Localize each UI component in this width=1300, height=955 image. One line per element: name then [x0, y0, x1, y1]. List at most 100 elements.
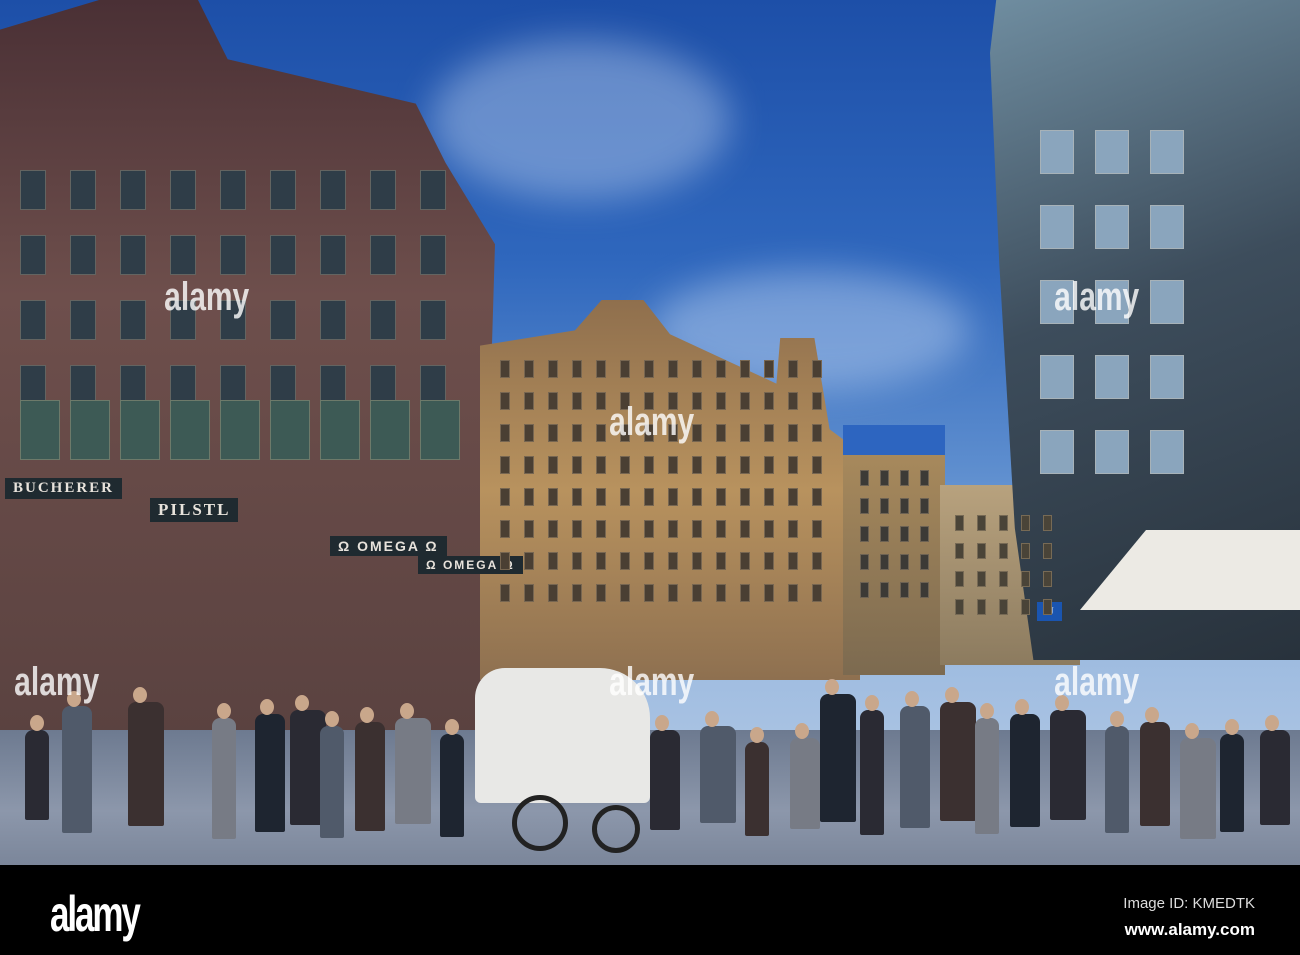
pedestrian — [1180, 738, 1216, 839]
window — [716, 584, 726, 602]
pedestrian — [395, 718, 431, 824]
window — [716, 552, 726, 570]
pedestrian — [128, 702, 164, 826]
building-blue-roof — [843, 425, 945, 675]
window — [524, 584, 534, 602]
window — [644, 360, 654, 378]
window — [900, 526, 909, 542]
window — [788, 392, 798, 410]
window — [955, 515, 964, 531]
window — [548, 456, 558, 474]
window — [170, 365, 196, 405]
window — [524, 552, 534, 570]
window — [548, 552, 558, 570]
window — [1043, 599, 1052, 615]
window — [977, 599, 986, 615]
window — [740, 392, 750, 410]
window — [1021, 571, 1030, 587]
pedestrian — [975, 718, 999, 834]
window — [620, 552, 630, 570]
window — [524, 360, 534, 378]
window — [644, 456, 654, 474]
window — [524, 520, 534, 538]
window — [370, 170, 396, 210]
window — [270, 235, 296, 275]
website-link[interactable]: www.alamy.com — [1125, 920, 1255, 940]
window — [620, 360, 630, 378]
window — [20, 365, 46, 405]
pedestrian — [745, 742, 769, 836]
window — [320, 365, 346, 405]
cloud — [430, 40, 730, 200]
pedestrian-head — [655, 715, 669, 731]
sign-omega: Ω OMEGA Ω — [330, 536, 447, 556]
window — [900, 498, 909, 514]
pedestrian — [440, 734, 464, 837]
pedestrian-head — [360, 707, 374, 723]
window — [764, 488, 774, 506]
window — [1150, 130, 1184, 174]
window — [420, 300, 446, 340]
window — [812, 392, 822, 410]
window — [572, 520, 582, 538]
pedestrian-head — [325, 711, 339, 727]
window — [70, 170, 96, 210]
pedestrian — [62, 706, 92, 833]
window — [920, 554, 929, 570]
window — [644, 488, 654, 506]
window — [70, 400, 110, 460]
window — [788, 424, 798, 442]
watermark: alamy — [14, 660, 100, 704]
window — [370, 235, 396, 275]
pedestrian — [25, 730, 49, 820]
window — [1040, 130, 1074, 174]
window — [370, 365, 396, 405]
window — [764, 424, 774, 442]
window — [860, 526, 869, 542]
window — [500, 392, 510, 410]
window — [668, 360, 678, 378]
window — [548, 360, 558, 378]
pedestrian — [1010, 714, 1040, 827]
window — [572, 488, 582, 506]
pedestrian — [1140, 722, 1170, 826]
window — [788, 456, 798, 474]
window — [500, 488, 510, 506]
window — [668, 552, 678, 570]
window — [764, 392, 774, 410]
alamy-logo: alamy — [50, 886, 141, 942]
window — [420, 170, 446, 210]
image-id: Image ID: KMEDTK — [1123, 895, 1255, 912]
window — [170, 400, 210, 460]
window — [620, 584, 630, 602]
window — [764, 360, 774, 378]
window — [524, 424, 534, 442]
pedestrian-head — [1145, 707, 1159, 723]
pedestrian-head — [260, 699, 274, 715]
window — [120, 170, 146, 210]
pedestrian — [650, 730, 680, 830]
window — [692, 584, 702, 602]
pedestrian-head — [905, 691, 919, 707]
window — [920, 470, 929, 486]
window — [1150, 205, 1184, 249]
window — [900, 554, 909, 570]
pedestrian — [1105, 726, 1129, 833]
pedestrian-head — [1185, 723, 1199, 739]
window — [596, 552, 606, 570]
window — [596, 392, 606, 410]
window — [716, 424, 726, 442]
window — [596, 488, 606, 506]
sign-bucherer: BUCHERER — [5, 478, 123, 499]
pedestrian-head — [795, 723, 809, 739]
pedestrian-head — [295, 695, 309, 711]
sign-pilstl: PILSTL — [150, 498, 239, 522]
window — [644, 520, 654, 538]
window — [1150, 430, 1184, 474]
window — [692, 456, 702, 474]
window — [668, 584, 678, 602]
window — [524, 392, 534, 410]
window — [860, 498, 869, 514]
pedestrian-head — [750, 727, 764, 743]
window — [500, 520, 510, 538]
